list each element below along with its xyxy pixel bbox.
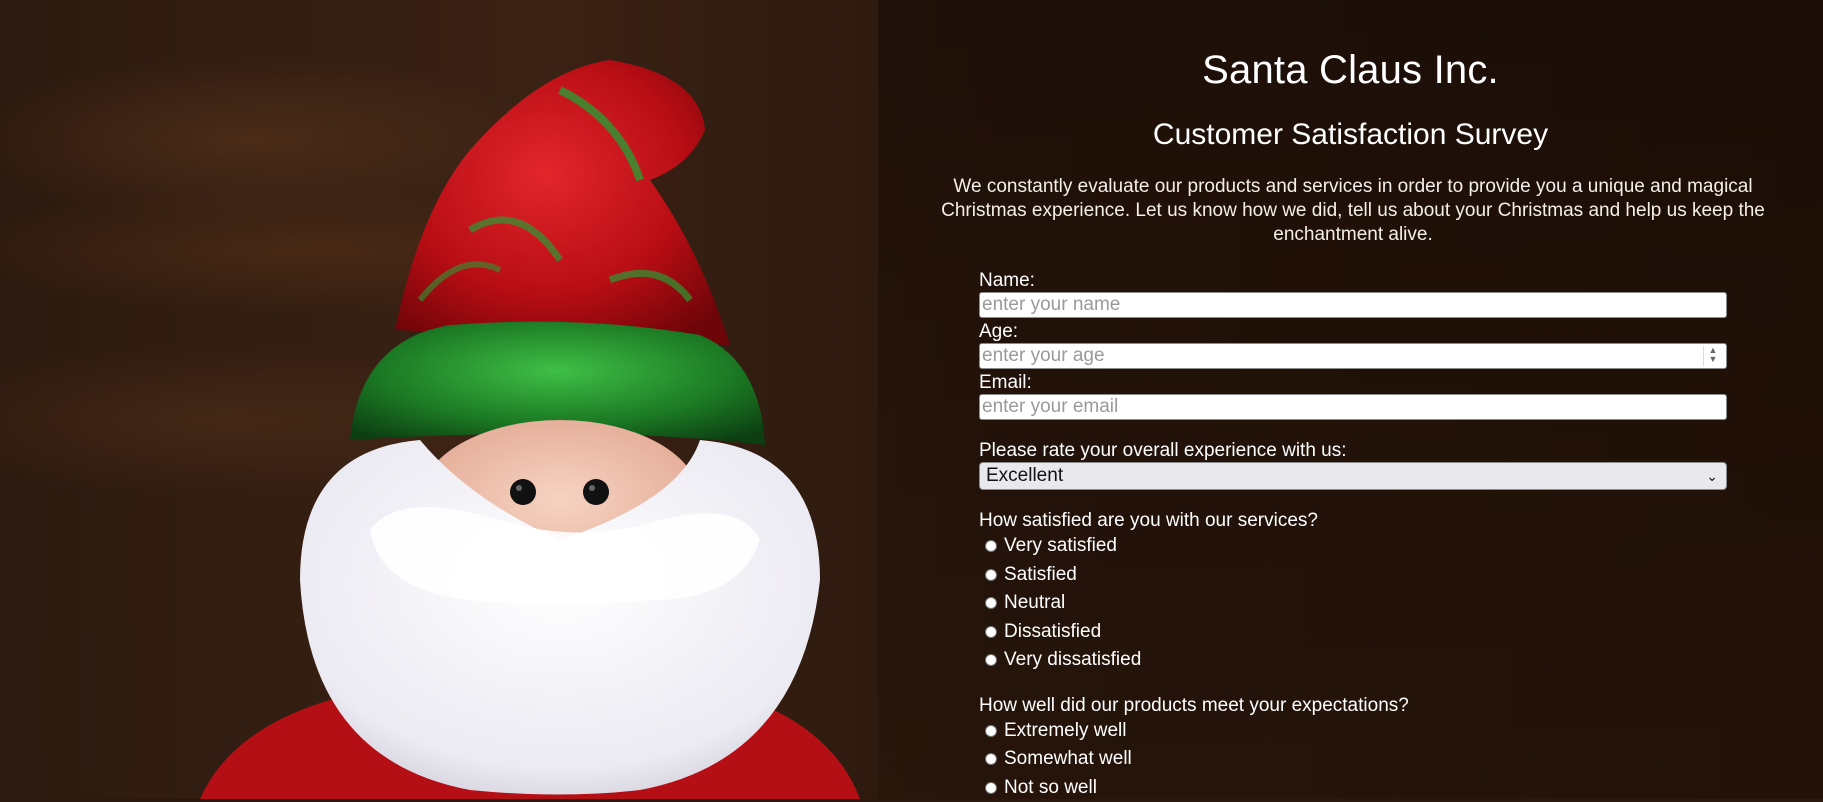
products-option-label: Not so well xyxy=(1004,777,1097,799)
name-input[interactable]: enter your name xyxy=(979,292,1727,318)
chevron-down-icon: ⌄ xyxy=(1706,463,1718,489)
age-placeholder: enter your age xyxy=(982,345,1105,366)
services-question: How satisfied are you with our services? xyxy=(979,510,1729,532)
rating-group: Please rate your overall experience with… xyxy=(979,440,1729,490)
services-option[interactable]: Satisfied xyxy=(985,561,1729,590)
radio-button[interactable] xyxy=(985,626,997,638)
email-input[interactable]: enter your email xyxy=(979,394,1727,420)
rating-select[interactable]: Excellent ⌄ xyxy=(979,462,1727,490)
radio-button[interactable] xyxy=(985,569,997,581)
rating-label: Please rate your overall experience with… xyxy=(979,440,1729,462)
products-group: How well did our products meet your expe… xyxy=(979,695,1729,802)
services-option[interactable]: Neutral xyxy=(985,589,1729,618)
products-option-label: Extremely well xyxy=(1004,720,1126,742)
services-option-label: Satisfied xyxy=(1004,564,1077,586)
rating-selected-value: Excellent xyxy=(986,465,1063,486)
survey-form: Name: enter your name Age: enter your ag… xyxy=(979,270,1729,802)
radio-button[interactable] xyxy=(985,597,997,609)
email-label: Email: xyxy=(979,372,1729,394)
services-group: How satisfied are you with our services?… xyxy=(979,510,1729,675)
services-option-label: Very dissatisfied xyxy=(1004,649,1141,671)
services-option[interactable]: Very satisfied xyxy=(985,532,1729,561)
santa-doll-illustration xyxy=(0,0,880,799)
age-label: Age: xyxy=(979,321,1729,343)
services-option[interactable]: Dissatisfied xyxy=(985,618,1729,647)
name-label: Name: xyxy=(979,270,1729,292)
products-option[interactable]: Extremely well xyxy=(985,717,1729,746)
age-input[interactable]: enter your age ▲▼ xyxy=(979,343,1727,369)
email-placeholder: enter your email xyxy=(982,396,1118,417)
santa-hero-image xyxy=(0,0,880,799)
radio-button[interactable] xyxy=(985,782,997,794)
page-title: Santa Claus Inc. xyxy=(878,48,1823,93)
services-option-label: Very satisfied xyxy=(1004,535,1117,557)
services-option-label: Neutral xyxy=(1004,592,1065,614)
products-question: How well did our products meet your expe… xyxy=(979,695,1729,717)
page-subtitle: Customer Satisfaction Survey xyxy=(878,118,1823,152)
services-option[interactable]: Very dissatisfied xyxy=(985,646,1729,675)
products-option[interactable]: Somewhat well xyxy=(985,745,1729,774)
age-stepper[interactable]: ▲▼ xyxy=(1703,346,1722,366)
radio-button[interactable] xyxy=(985,540,997,552)
radio-button[interactable] xyxy=(985,654,997,666)
services-option-label: Dissatisfied xyxy=(1004,621,1101,643)
intro-text: We constantly evaluate our products and … xyxy=(938,175,1768,247)
products-option[interactable]: Not so well xyxy=(985,774,1729,802)
radio-button[interactable] xyxy=(985,725,997,737)
radio-button[interactable] xyxy=(985,753,997,765)
products-option-label: Somewhat well xyxy=(1004,748,1132,770)
name-placeholder: enter your name xyxy=(982,294,1120,315)
